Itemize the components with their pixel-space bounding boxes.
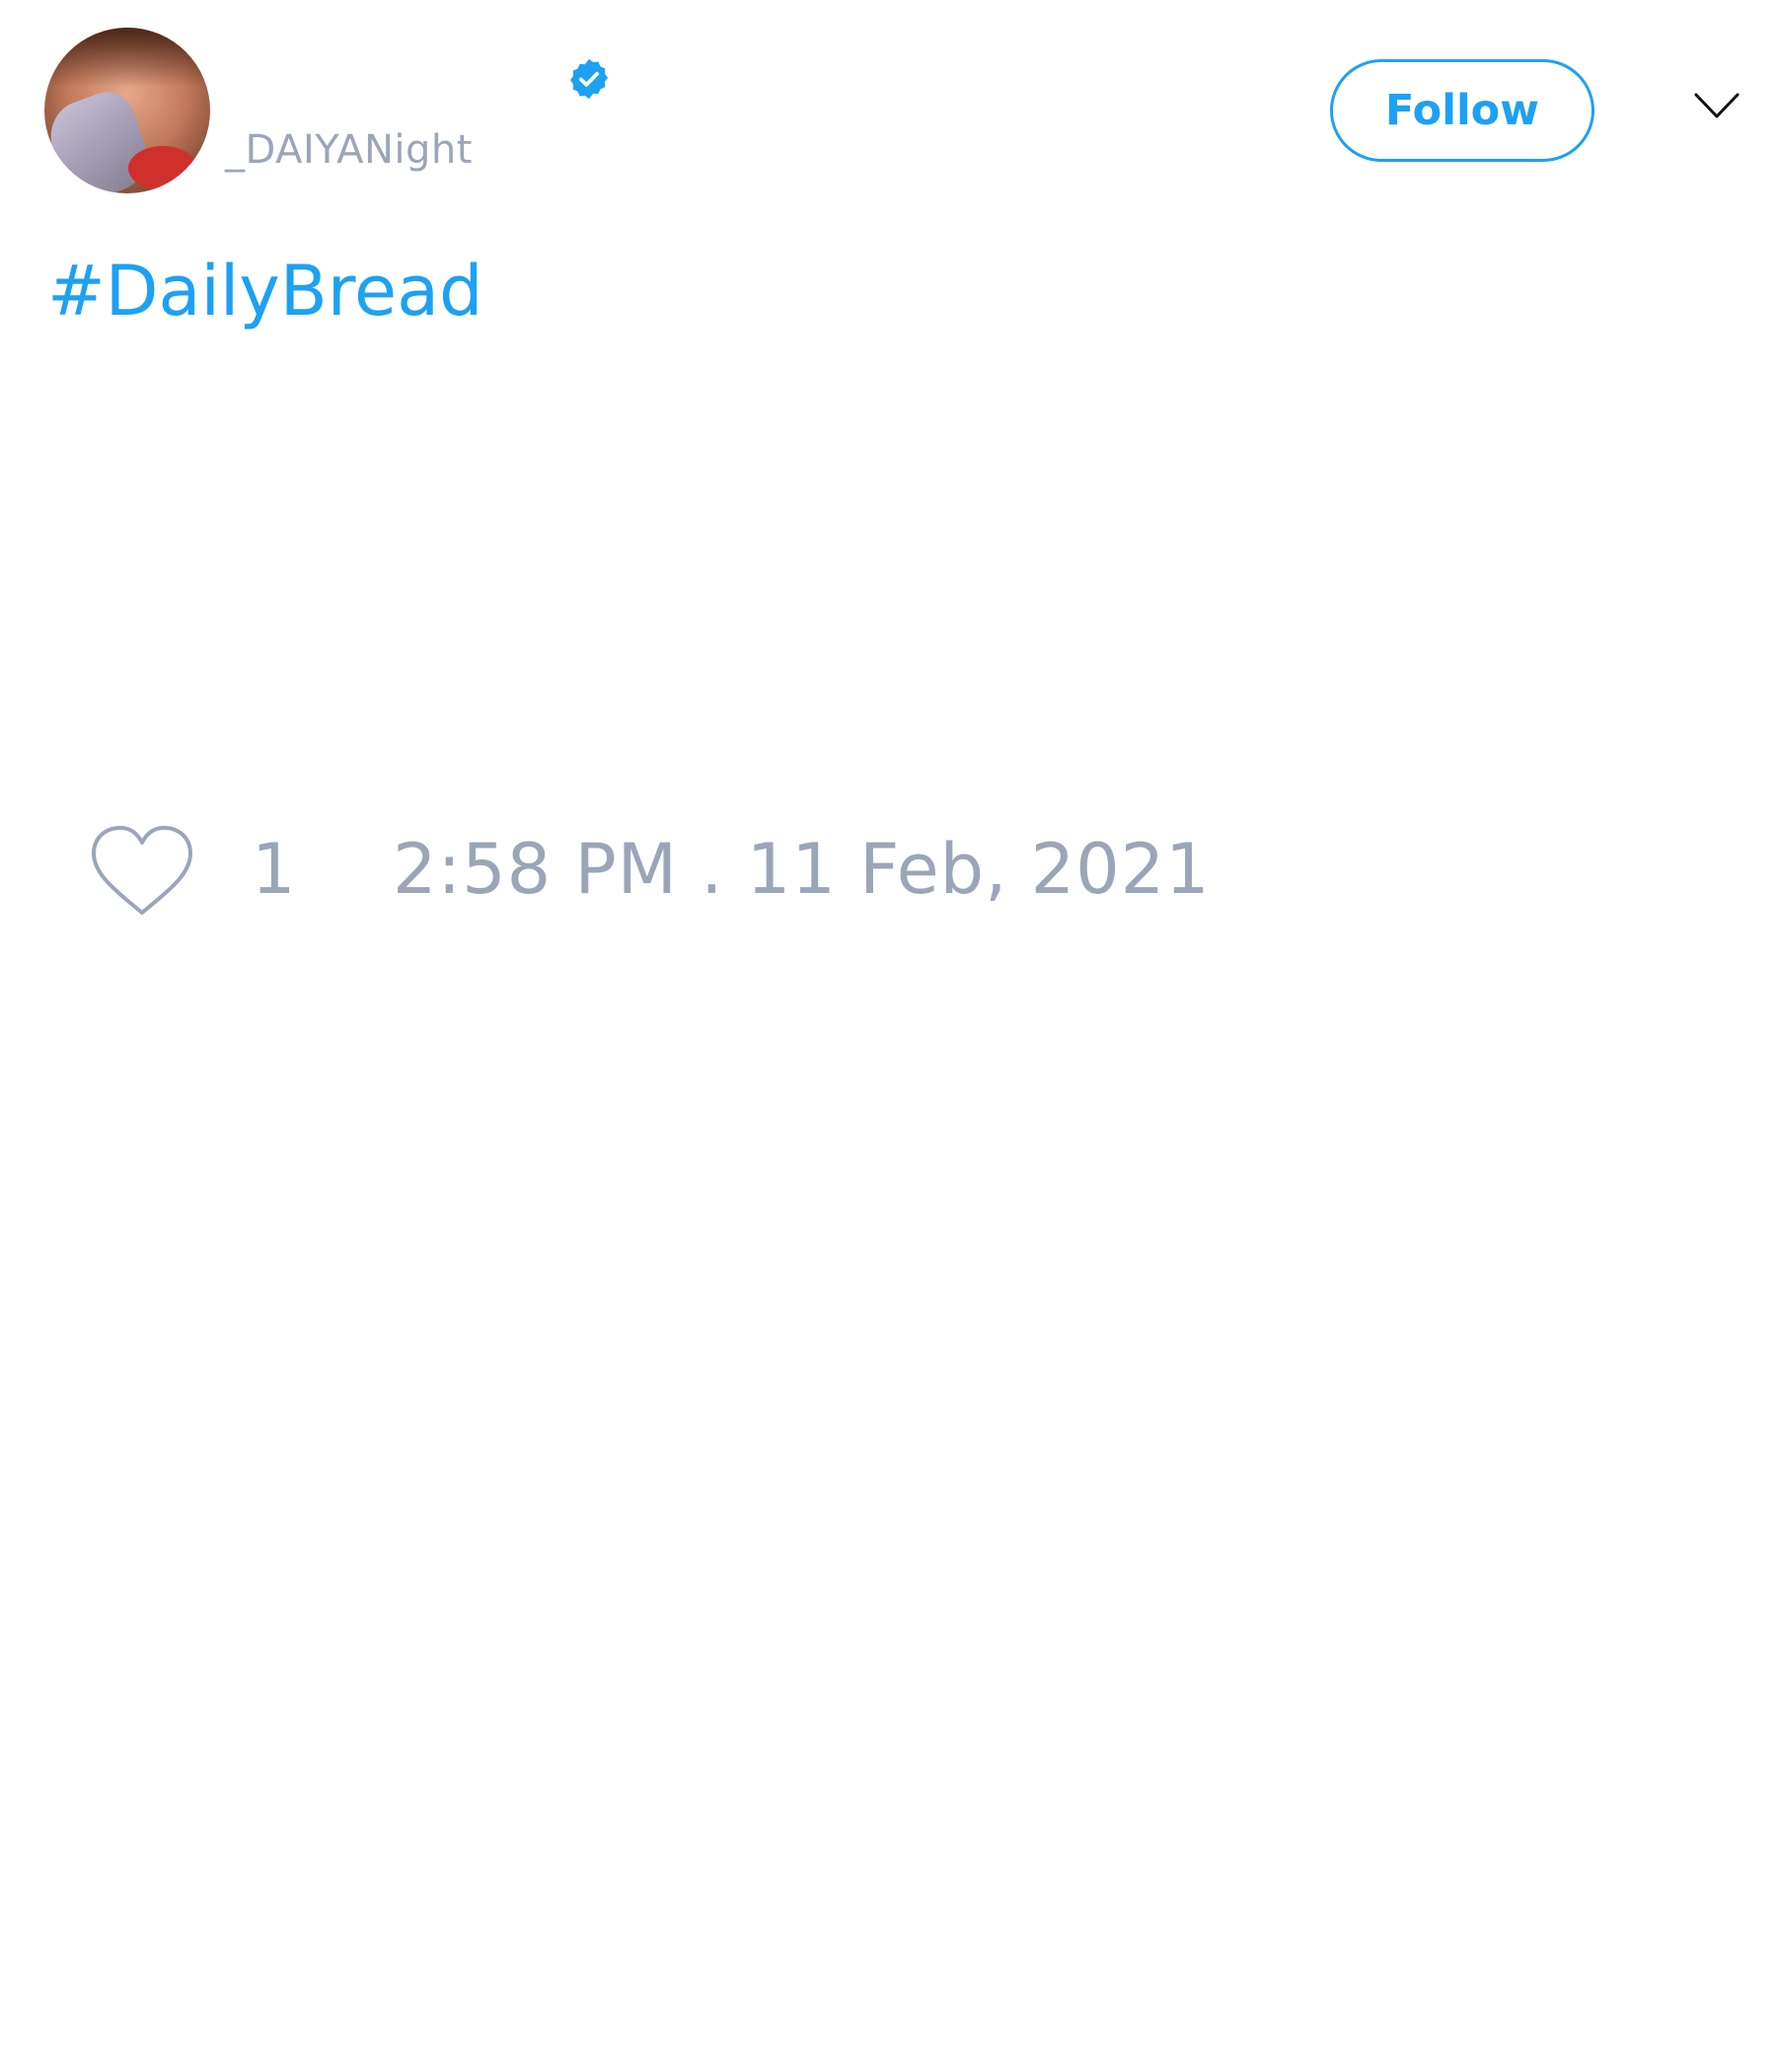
avatar-hair bbox=[44, 28, 210, 87]
avatar-lips bbox=[128, 146, 197, 190]
tweet-hashtag[interactable]: #DailyBread bbox=[47, 249, 482, 333]
verified-badge-icon bbox=[570, 58, 608, 100]
user-handle[interactable]: _DAIYANight bbox=[225, 125, 473, 175]
heart-icon[interactable] bbox=[89, 824, 195, 919]
like-count: 1 bbox=[252, 829, 296, 910]
tweet-timestamp[interactable]: 2:58 PM . 11 Feb, 2021 bbox=[393, 827, 1211, 912]
follow-button[interactable]: Follow bbox=[1330, 59, 1594, 162]
chevron-down-icon[interactable] bbox=[1693, 91, 1740, 120]
avatar[interactable] bbox=[44, 28, 210, 193]
